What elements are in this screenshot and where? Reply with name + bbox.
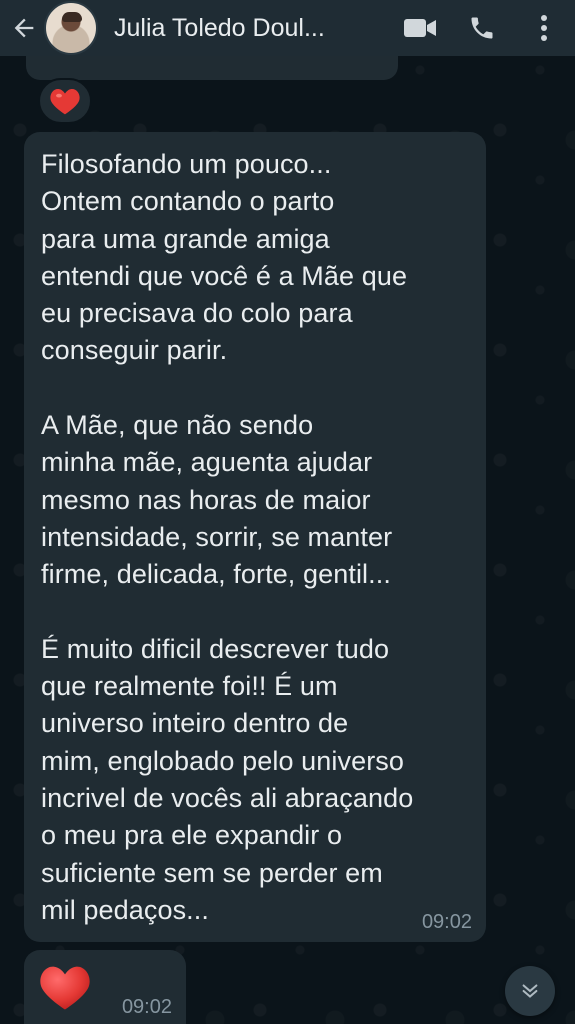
header-actions: [389, 0, 575, 56]
double-chevron-down-icon: [522, 984, 538, 998]
emoji-message-bubble[interactable]: 09:02: [24, 950, 186, 1024]
video-camera-icon: [404, 19, 436, 37]
more-options-button[interactable]: [513, 0, 575, 56]
message-bubble[interactable]: Filosofando um pouco... Ontem contando o…: [24, 132, 486, 942]
kebab-menu-icon: [541, 15, 547, 41]
phone-icon: [471, 17, 493, 39]
video-call-button[interactable]: [389, 0, 451, 56]
message-reaction[interactable]: [38, 78, 92, 124]
chat-header: Julia Toledo Doul...: [0, 0, 575, 56]
voice-call-button[interactable]: [451, 0, 513, 56]
heart-emoji-icon: [40, 966, 90, 1010]
scroll-to-bottom-button[interactable]: [505, 966, 555, 1016]
message-timestamp: 09:02: [121, 996, 172, 1018]
avatar[interactable]: [44, 1, 98, 55]
message-timestamp: 09:02: [421, 911, 472, 933]
contact-name[interactable]: Julia Toledo Doul...: [114, 14, 354, 43]
message-text: Filosofando um pouco... Ontem contando o…: [41, 149, 414, 925]
heart-reaction-icon: [50, 88, 80, 115]
back-button[interactable]: [4, 0, 44, 56]
arrow-left-icon: [14, 18, 34, 38]
